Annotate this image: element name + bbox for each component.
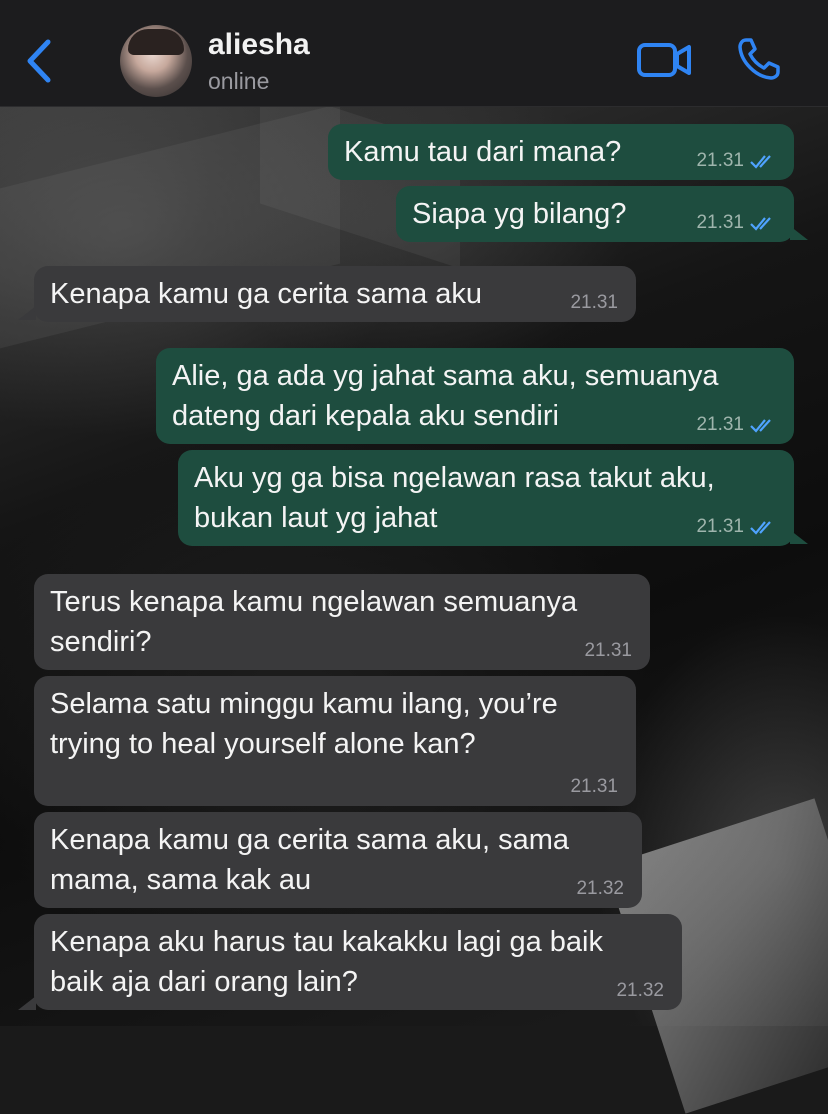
message-time: 21.32	[576, 878, 624, 899]
message-time: 21.31	[696, 516, 744, 537]
contact-status: online	[208, 68, 270, 94]
message-time: 21.31	[696, 414, 744, 435]
message-bubble-incoming[interactable]: Selama satu minggu kamu ilang, you’re tr…	[34, 676, 636, 806]
message-text: Kenapa kamu ga cerita sama aku	[50, 278, 483, 310]
message-time: 21.32	[616, 980, 664, 1001]
message-text: Kamu tau dari mana?	[344, 136, 622, 168]
read-tick-icon	[750, 155, 771, 169]
read-tick-icon	[750, 521, 771, 535]
message-meta: 21.31	[696, 414, 776, 436]
back-chevron-icon[interactable]	[24, 38, 54, 84]
chat-header: aliesha online	[0, 0, 828, 107]
message-meta: 21.31	[696, 150, 776, 172]
message-bubble-outgoing[interactable]: Alie, ga ada yg jahat sama aku, semuanya…	[156, 348, 794, 444]
message-meta: 21.31	[570, 776, 618, 798]
message-text: Terus kenapa kamu ngelawan semuanya send…	[50, 586, 578, 658]
message-text: Alie, ga ada yg jahat sama aku, semuanya…	[172, 360, 719, 432]
message-meta: 21.31	[696, 516, 776, 538]
message-bubble-outgoing[interactable]: Aku yg ga bisa ngelawan rasa takut aku, …	[178, 450, 794, 546]
bubble-tail	[790, 530, 808, 544]
voice-call-icon[interactable]	[736, 36, 782, 82]
message-text: Kenapa kamu ga cerita sama aku, sama mam…	[50, 824, 570, 896]
message-meta: 21.31	[570, 292, 618, 314]
message-time: 21.31	[696, 150, 744, 171]
message-bubble-outgoing[interactable]: Kamu tau dari mana? 21.31	[328, 124, 794, 180]
message-bubble-incoming[interactable]: Kenapa aku harus tau kakakku lagi ga bai…	[34, 914, 682, 1010]
message-meta: 21.31	[584, 640, 632, 662]
bubble-tail	[790, 226, 808, 240]
message-text: Aku yg ga bisa ngelawan rasa takut aku, …	[194, 462, 715, 534]
message-time: 21.31	[570, 776, 618, 797]
message-bubble-outgoing[interactable]: Siapa yg bilang? 21.31	[396, 186, 794, 242]
contact-name[interactable]: aliesha	[208, 28, 310, 62]
message-meta: 21.32	[576, 878, 624, 900]
read-tick-icon	[750, 419, 771, 433]
message-meta: 21.31	[696, 212, 776, 234]
message-time: 21.31	[570, 292, 618, 313]
avatar-hair	[128, 29, 184, 55]
message-time: 21.31	[696, 212, 744, 233]
message-text: Kenapa aku harus tau kakakku lagi ga bai…	[50, 926, 603, 998]
video-call-icon[interactable]	[636, 40, 692, 80]
message-bubble-incoming[interactable]: Kenapa kamu ga cerita sama aku, sama mam…	[34, 812, 642, 908]
message-text: Selama satu minggu kamu ilang, you’re tr…	[50, 688, 558, 760]
message-bubble-incoming[interactable]: Kenapa kamu ga cerita sama aku 21.31	[34, 266, 636, 322]
message-text: Siapa yg bilang?	[412, 198, 627, 230]
read-tick-icon	[750, 217, 771, 231]
message-time: 21.31	[584, 640, 632, 661]
avatar[interactable]	[120, 25, 192, 97]
message-meta: 21.32	[616, 980, 664, 1002]
message-bubble-incoming[interactable]: Terus kenapa kamu ngelawan semuanya send…	[34, 574, 650, 670]
